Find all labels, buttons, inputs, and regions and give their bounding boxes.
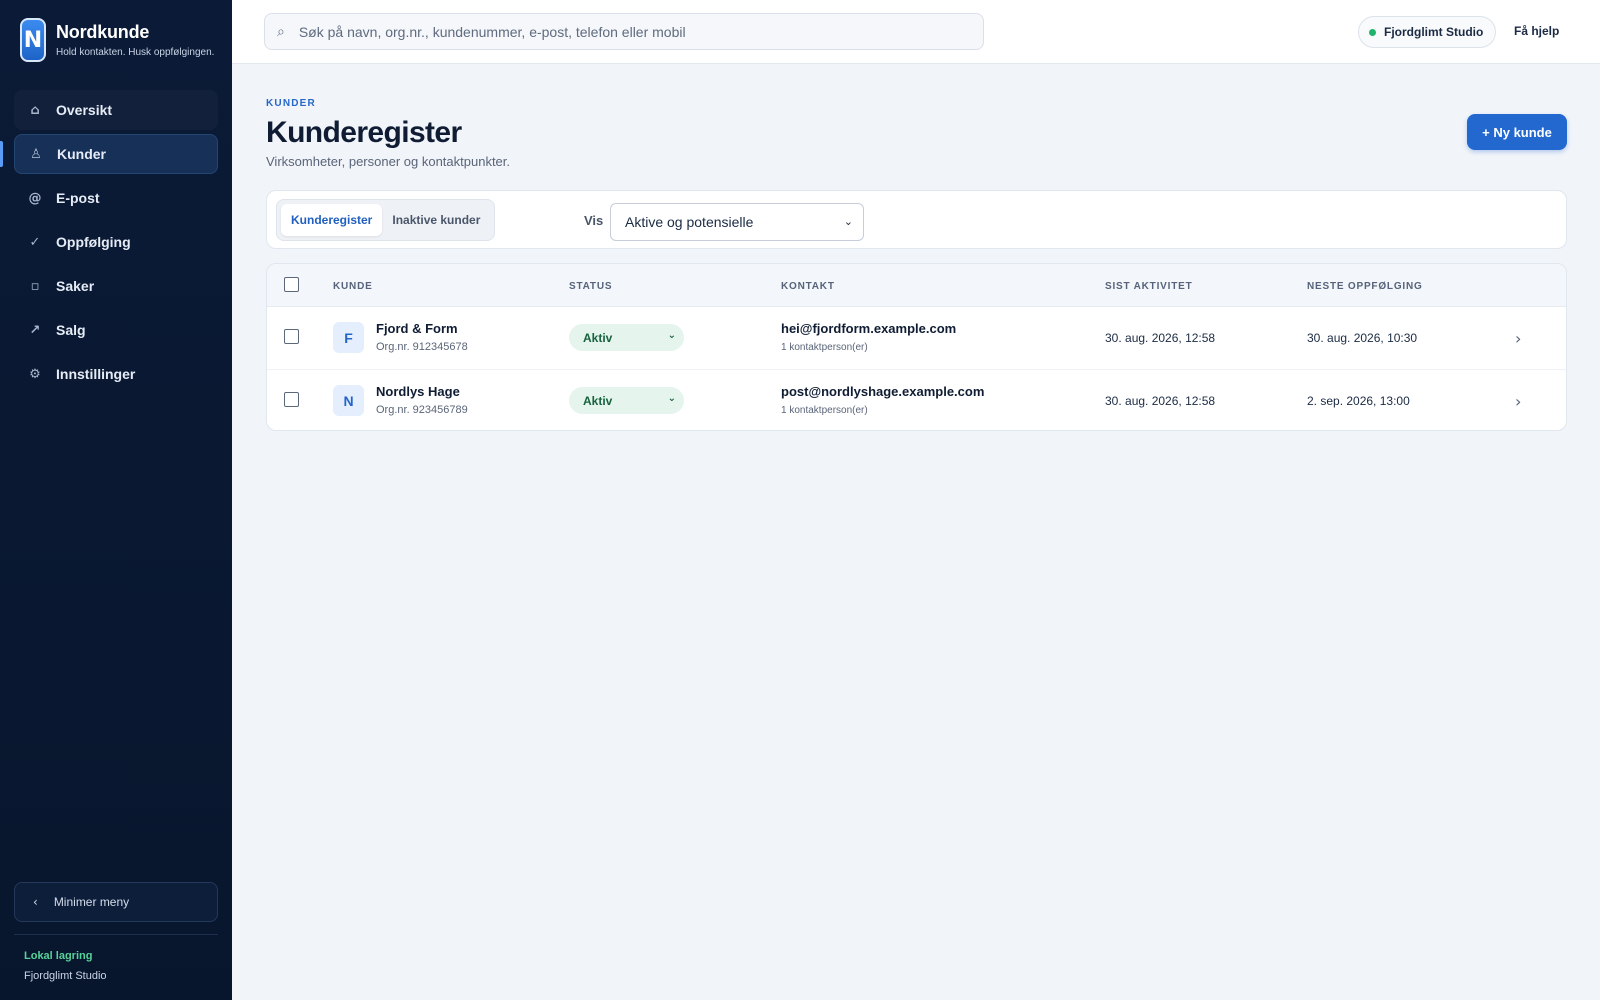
org-name: Fjordglimt Studio <box>1384 25 1484 39</box>
tab-inaktive-kunder[interactable]: Inaktive kunder <box>382 204 490 236</box>
customer-avatar: F <box>333 322 364 353</box>
column-header-kontakt[interactable]: KONTAKT <box>781 281 835 292</box>
person-icon: ♙ <box>30 146 42 162</box>
customer-avatar: N <box>333 385 364 416</box>
new-customer-button[interactable]: + Ny kunde <box>1467 114 1567 150</box>
status-select[interactable]: Aktiv ⌄ <box>569 324 684 351</box>
sidebar-item-innstillinger[interactable]: ⚙ Innstillinger <box>14 354 218 394</box>
at-icon: @ <box>28 190 42 206</box>
contact-email[interactable]: hei@fjordform.example.com <box>781 321 956 336</box>
customer-org-number: Org.nr. 923456789 <box>376 404 468 416</box>
customer-table: KUNDE STATUS KONTAKT SIST AKTIVITET NEST… <box>266 263 1567 431</box>
gear-icon: ⚙ <box>29 366 41 382</box>
sidebar-item-label: E-post <box>56 190 100 206</box>
help-link[interactable]: Få hjelp <box>1514 24 1559 38</box>
next-followup: 30. aug. 2026, 10:30 <box>1307 331 1418 345</box>
check-icon: ✓ <box>29 234 41 250</box>
chevron-down-icon: ⌄ <box>667 393 676 404</box>
column-header-status[interactable]: STATUS <box>569 281 612 292</box>
tab-kunderegister[interactable]: Kunderegister <box>281 204 383 236</box>
filter-bar: Kunderegister Inaktive kunder Vis Aktive… <box>266 190 1567 249</box>
status-dot-icon <box>1369 28 1376 36</box>
minimize-menu-button[interactable]: ‹ Minimer meny <box>14 882 218 922</box>
last-activity: 30. aug. 2026, 12:58 <box>1105 331 1216 345</box>
page-title: Kunderegister <box>266 116 462 149</box>
customer-org-number: Org.nr. 912345678 <box>376 341 468 353</box>
chevron-right-icon[interactable]: › <box>1515 392 1521 411</box>
contact-count: 1 kontaktperson(er) <box>781 405 868 416</box>
sidebar-item-label: Oppfølging <box>56 234 131 250</box>
row-checkbox[interactable] <box>284 392 299 407</box>
sidebar-item-saker[interactable]: ▫ Saker <box>14 266 218 306</box>
topbar: ⌕ Fjordglimt Studio Få hjelp <box>232 0 1600 64</box>
brand[interactable]: N Nordkunde Hold kontakten. Husk oppfølg… <box>20 18 214 62</box>
minimize-menu-label: Minimer meny <box>53 895 130 909</box>
sidebar-item-oppfolging[interactable]: ✓ Oppfølging <box>14 222 218 262</box>
sidebar-item-label: Oversikt <box>56 102 113 118</box>
app-tagline: Hold kontakten. Husk oppfølgingen. <box>56 47 215 58</box>
next-followup: 2. sep. 2026, 13:00 <box>1307 394 1410 408</box>
vis-select[interactable]: Aktive og potensielle ⌄ <box>610 203 864 241</box>
column-header-sist-aktivitet[interactable]: SIST AKTIVITET <box>1105 281 1193 292</box>
customer-name[interactable]: Fjord & Form <box>376 321 458 336</box>
column-header-kunde[interactable]: KUNDE <box>333 281 373 292</box>
folder-icon: ▫ <box>30 278 40 294</box>
contact-count: 1 kontaktperson(er) <box>781 342 868 353</box>
sidebar-item-label: Saker <box>56 278 95 294</box>
last-activity: 30. aug. 2026, 12:58 <box>1105 394 1216 408</box>
column-header-neste-oppfolging[interactable]: NESTE OPPFØLGING <box>1307 281 1423 292</box>
vis-selected-value: Aktive og potensielle <box>625 214 754 230</box>
status-select[interactable]: Aktiv ⌄ <box>569 387 684 414</box>
table-row[interactable]: F Fjord & Form Org.nr. 912345678 Aktiv ⌄… <box>267 307 1566 369</box>
storage-org: Fjordglimt Studio <box>24 970 107 982</box>
sidebar-item-salg[interactable]: ↗ Salg <box>14 310 218 350</box>
chevron-right-icon[interactable]: › <box>1515 329 1521 348</box>
sidebar: N Nordkunde Hold kontakten. Husk oppfølg… <box>0 0 232 1000</box>
app-logo: N <box>20 18 46 62</box>
sidebar-item-e-post[interactable]: @ E-post <box>14 178 218 218</box>
search-input[interactable] <box>298 23 983 40</box>
active-indicator <box>0 141 3 167</box>
sidebar-divider <box>14 934 218 935</box>
customer-name[interactable]: Nordlys Hage <box>376 384 460 399</box>
app-name: Nordkunde <box>56 22 150 42</box>
chevron-down-icon: ⌄ <box>843 215 853 228</box>
table-header: KUNDE STATUS KONTAKT SIST AKTIVITET NEST… <box>267 264 1566 307</box>
contact-email[interactable]: post@nordlyshage.example.com <box>781 384 984 399</box>
storage-status: Lokal lagring <box>24 950 93 962</box>
register-tabs: Kunderegister Inaktive kunder <box>276 199 496 241</box>
home-icon: ⌂ <box>30 102 40 118</box>
search-icon: ⌕ <box>277 23 285 40</box>
chevron-down-icon: ⌄ <box>667 330 676 341</box>
select-all-checkbox[interactable] <box>284 277 299 292</box>
page-subtitle: Virksomheter, personer og kontaktpunkter… <box>266 154 511 169</box>
sidebar-item-kunder[interactable]: ♙ Kunder <box>14 134 218 174</box>
sidebar-item-label: Kunder <box>57 146 106 162</box>
trend-icon: ↗ <box>29 322 41 338</box>
org-switcher[interactable]: Fjordglimt Studio <box>1358 16 1497 48</box>
chevron-left-icon: ‹ <box>33 895 38 909</box>
status-value: Aktiv <box>583 330 613 345</box>
page-eyebrow: KUNDER <box>266 98 316 109</box>
sidebar-item-label: Innstillinger <box>56 366 136 382</box>
sidebar-item-oversikt[interactable]: ⌂ Oversikt <box>14 90 218 130</box>
vis-label: Vis <box>584 213 604 228</box>
search-box[interactable]: ⌕ <box>264 13 984 50</box>
table-row[interactable]: N Nordlys Hage Org.nr. 923456789 Aktiv ⌄… <box>267 369 1566 430</box>
sidebar-nav: ⌂ Oversikt ♙ Kunder @ E-post ✓ Oppfølgin… <box>14 90 218 398</box>
sidebar-item-label: Salg <box>56 322 86 338</box>
status-value: Aktiv <box>583 393 613 408</box>
row-checkbox[interactable] <box>284 329 299 344</box>
